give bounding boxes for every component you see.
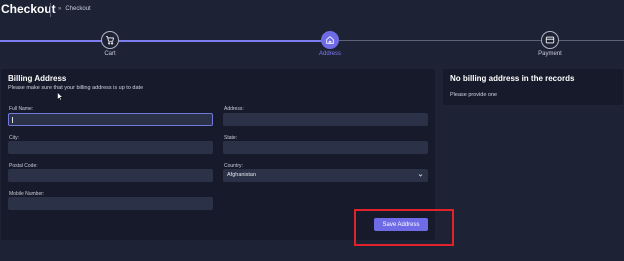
- records-message: Please provide one: [450, 92, 498, 98]
- step-payment[interactable]: [541, 31, 559, 49]
- card-icon: [545, 36, 555, 44]
- step-label-address: Address: [318, 51, 341, 57]
- step-address[interactable]: [321, 31, 339, 49]
- country-value: Afghanistan: [227, 172, 257, 178]
- full-name-label: Full Name:: [9, 106, 34, 112]
- city-input[interactable]: [8, 141, 213, 154]
- step-label-cart: Cart: [104, 51, 116, 57]
- billing-title: Billing Address: [8, 74, 67, 83]
- mouse-cursor-icon: [57, 92, 63, 101]
- records-title: No billing address in the records: [450, 74, 575, 83]
- step-label-payment: Payment: [538, 51, 562, 57]
- home-icon: [326, 36, 334, 44]
- text-caret: [12, 117, 13, 123]
- page-title: Checkout: [1, 2, 56, 16]
- breadcrumb: » Checkout: [58, 6, 91, 12]
- postal-code-input[interactable]: [8, 169, 213, 182]
- billing-subtitle: Please make sure that your billing addre…: [8, 85, 144, 91]
- chevron-down-icon: [418, 174, 423, 177]
- header-divider: [50, 3, 51, 17]
- address-label: Address:: [224, 106, 244, 112]
- country-select[interactable]: Afghanistan: [223, 169, 428, 182]
- full-name-input[interactable]: [8, 113, 213, 126]
- address-input[interactable]: [223, 113, 428, 126]
- step-cart[interactable]: [101, 31, 119, 49]
- highlight-box: [354, 209, 454, 246]
- mobile-number-input[interactable]: [8, 197, 213, 210]
- cart-icon: [105, 36, 114, 45]
- state-input[interactable]: [223, 141, 428, 154]
- breadcrumb-item-checkout[interactable]: Checkout: [65, 6, 90, 12]
- progress-fill: [0, 39, 330, 42]
- breadcrumb-separator: »: [58, 6, 62, 12]
